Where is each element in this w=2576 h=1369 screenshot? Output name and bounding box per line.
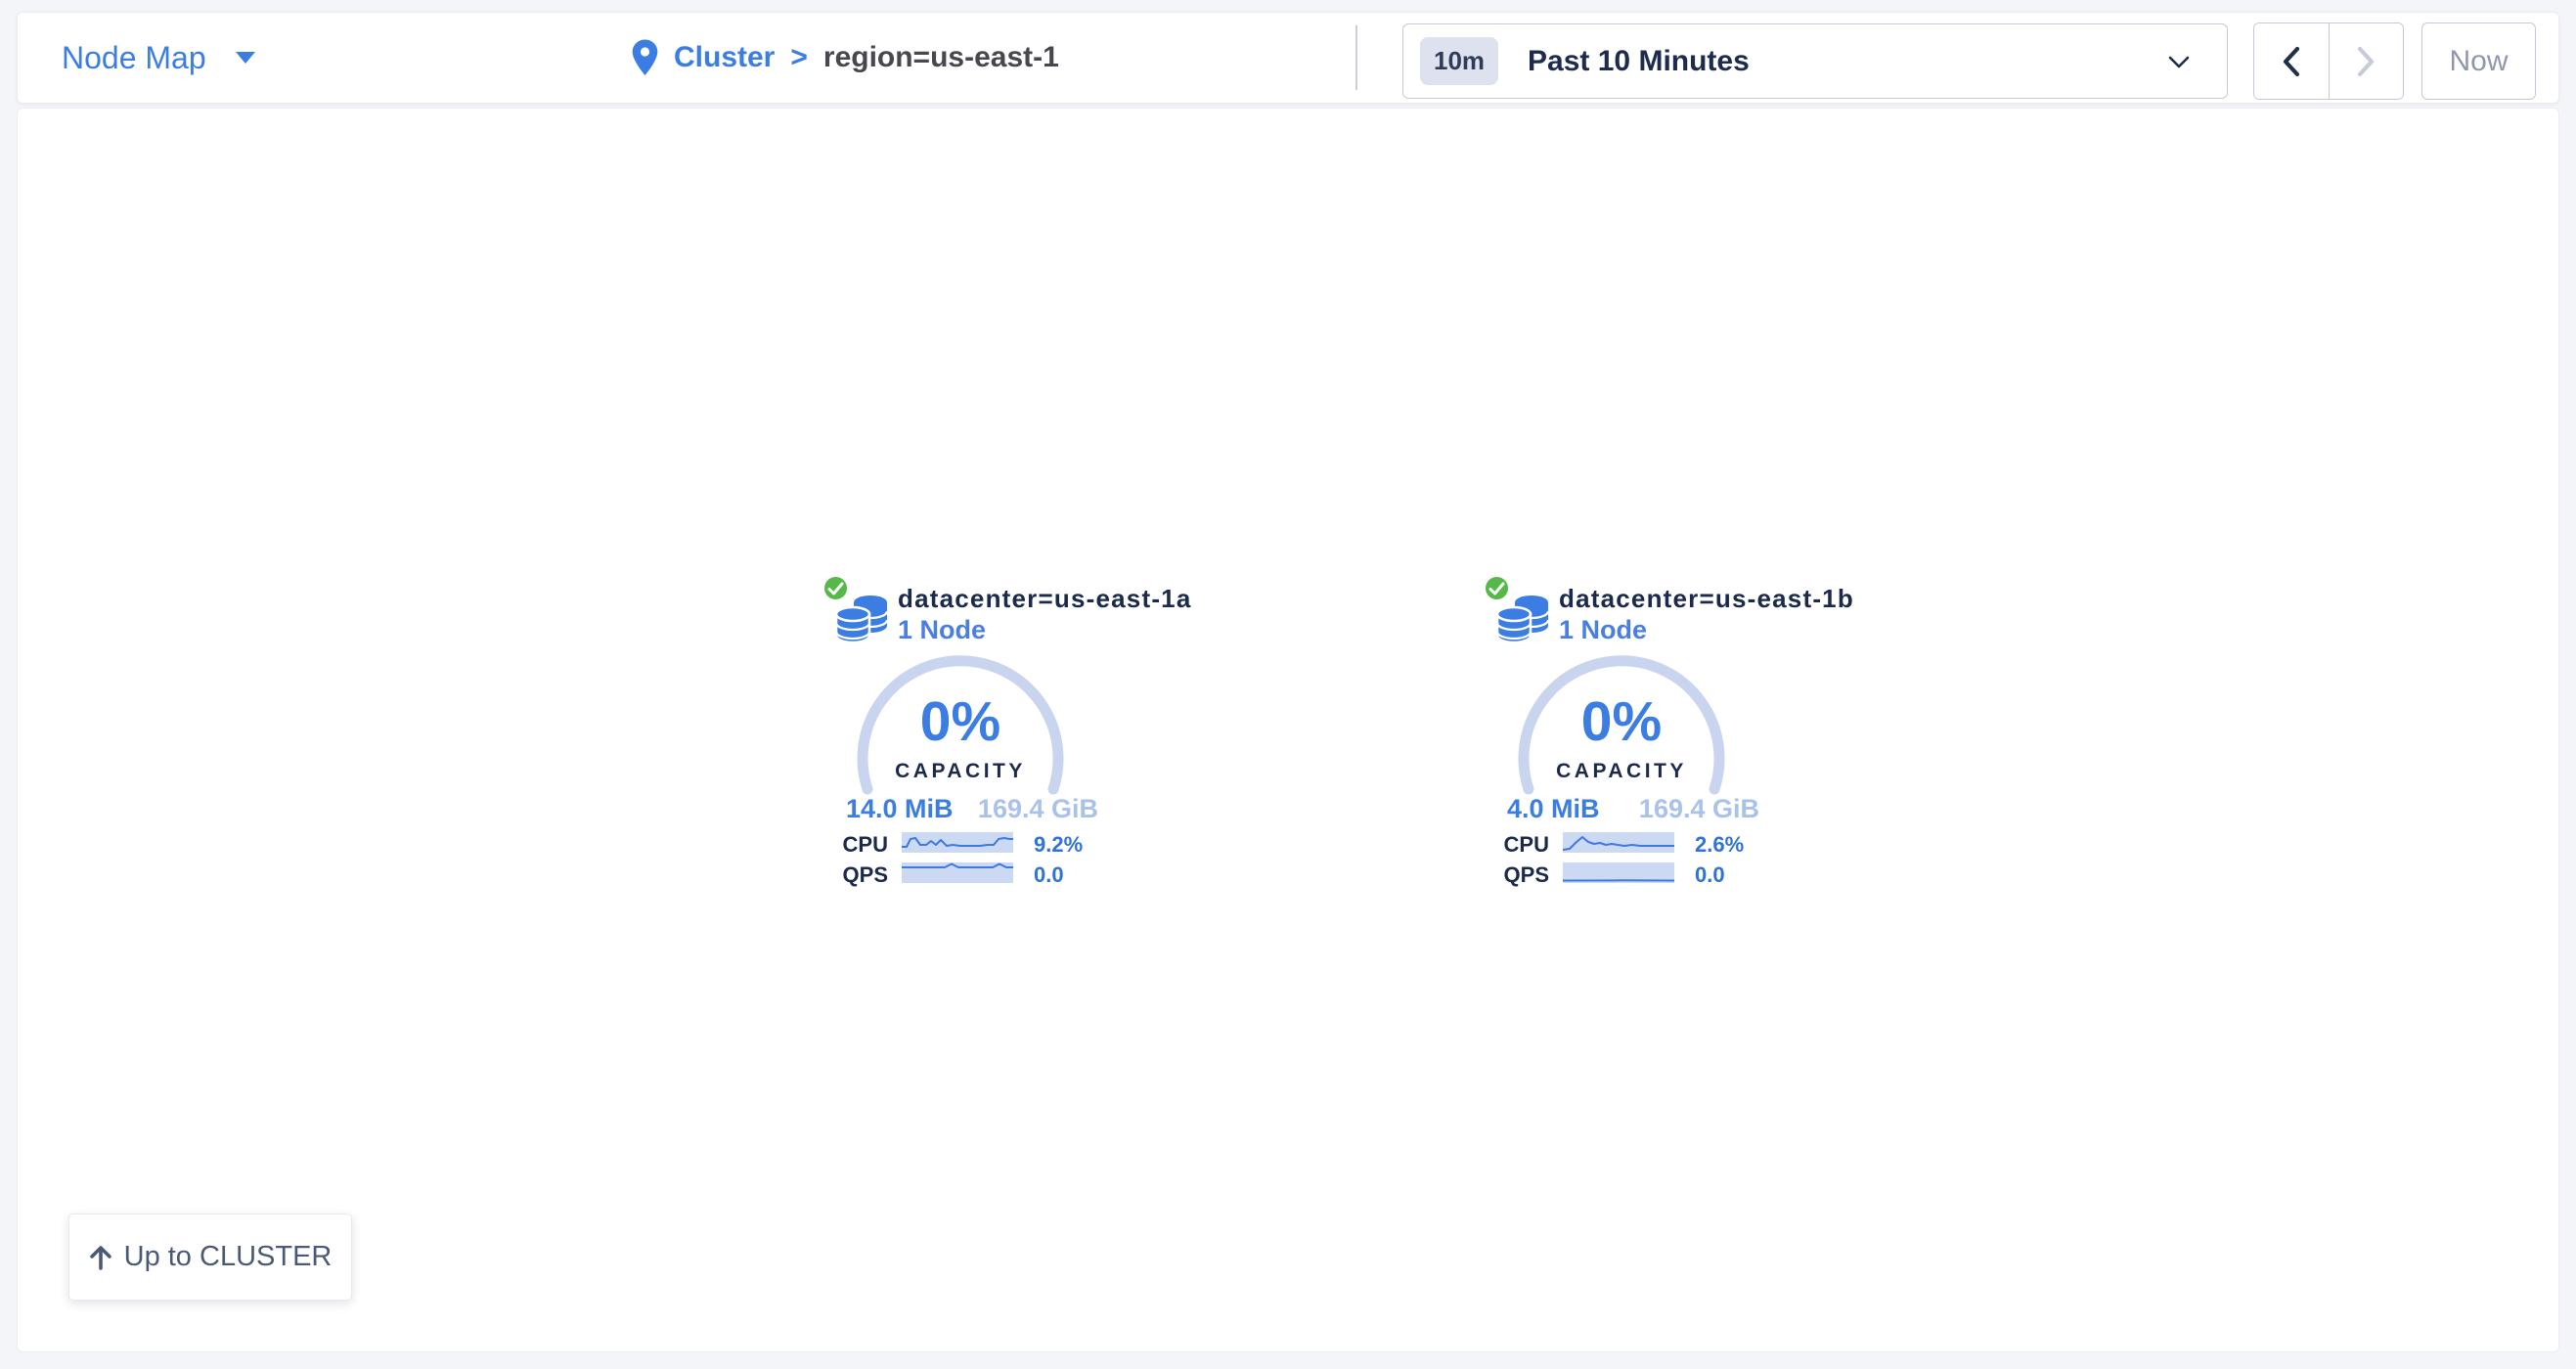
time-window-label: Past 10 Minutes [1528, 45, 1750, 78]
capacity-values: 14.0 MiB 169.4 GiB [846, 794, 1098, 824]
capacity-label: CAPACITY [848, 760, 1073, 783]
caret-down-icon [236, 52, 255, 64]
qps-value: 0.0 [1695, 862, 1725, 888]
locality-card-us-east-1b[interactable]: datacenter=us-east-1b 1 Node 0% CAPACITY… [1484, 575, 1769, 898]
time-window-select[interactable]: 10m Past 10 Minutes [1402, 23, 2228, 99]
capacity-used: 14.0 MiB [846, 794, 954, 824]
qps-sparkline [1563, 862, 1674, 883]
view-selector-dropdown[interactable]: Node Map [62, 13, 255, 103]
database-stack-icon [1497, 596, 1548, 642]
capacity-values: 4.0 MiB 169.4 GiB [1507, 794, 1759, 824]
chevron-left-icon [2280, 45, 2303, 78]
cpu-sparkline [1563, 832, 1674, 853]
qps-label: QPS [822, 862, 888, 888]
locality-node-count: 1 Node [1559, 615, 1647, 645]
locality-card-us-east-1a[interactable]: datacenter=us-east-1a 1 Node 0% CAPACITY… [822, 575, 1108, 898]
time-back-button[interactable] [2254, 23, 2329, 99]
capacity-label: CAPACITY [1509, 760, 1734, 783]
locality-node-count: 1 Node [898, 615, 986, 645]
up-to-cluster-button[interactable]: Up to CLUSTER [68, 1214, 352, 1301]
up-arrow-icon [89, 1245, 112, 1270]
capacity-total: 169.4 GiB [978, 794, 1098, 824]
cpu-label: CPU [822, 832, 888, 858]
up-to-cluster-label: Up to CLUSTER [124, 1241, 333, 1273]
qps-metric-row: QPS 0.0 [1484, 862, 1769, 884]
breadcrumb-separator: > [790, 41, 808, 74]
now-button[interactable]: Now [2421, 22, 2536, 100]
capacity-percent: 0% [848, 689, 1073, 754]
qps-label: QPS [1484, 862, 1549, 888]
node-map-canvas: datacenter=us-east-1a 1 Node 0% CAPACITY… [17, 108, 2559, 1352]
cpu-metric-row: CPU 2.6% [1484, 832, 1769, 854]
capacity-total: 169.4 GiB [1639, 794, 1759, 824]
node-map-page: Node Map Cluster > region=us-east-1 10m … [0, 0, 2576, 1369]
breadcrumb-current-locality: region=us-east-1 [823, 41, 1059, 74]
capacity-percent: 0% [1509, 689, 1734, 754]
cpu-value: 2.6% [1695, 832, 1744, 858]
qps-metric-row: QPS 0.0 [822, 862, 1108, 884]
breadcrumb-cluster-link[interactable]: Cluster [674, 41, 775, 74]
time-forward-button[interactable] [2329, 23, 2404, 99]
database-stack-icon [836, 596, 887, 642]
time-window-nav [2253, 22, 2404, 100]
cpu-value: 9.2% [1034, 832, 1083, 858]
toolbar: Node Map Cluster > region=us-east-1 10m … [17, 12, 2559, 104]
locality-title: datacenter=us-east-1a [898, 584, 1192, 614]
toolbar-divider [1355, 25, 1357, 90]
cpu-metric-row: CPU 9.2% [822, 832, 1108, 854]
locality-title: datacenter=us-east-1b [1559, 584, 1854, 614]
time-window-badge: 10m [1420, 37, 1498, 85]
qps-value: 0.0 [1034, 862, 1064, 888]
map-pin-icon [632, 39, 658, 76]
chevron-down-icon [2168, 56, 2190, 69]
view-selector-label: Node Map [62, 40, 206, 76]
cpu-label: CPU [1484, 832, 1549, 858]
capacity-used: 4.0 MiB [1507, 794, 1600, 824]
cpu-sparkline [902, 832, 1013, 853]
qps-sparkline [902, 862, 1013, 883]
breadcrumb: Cluster > region=us-east-1 [632, 13, 1059, 103]
chevron-right-icon [2354, 45, 2377, 78]
